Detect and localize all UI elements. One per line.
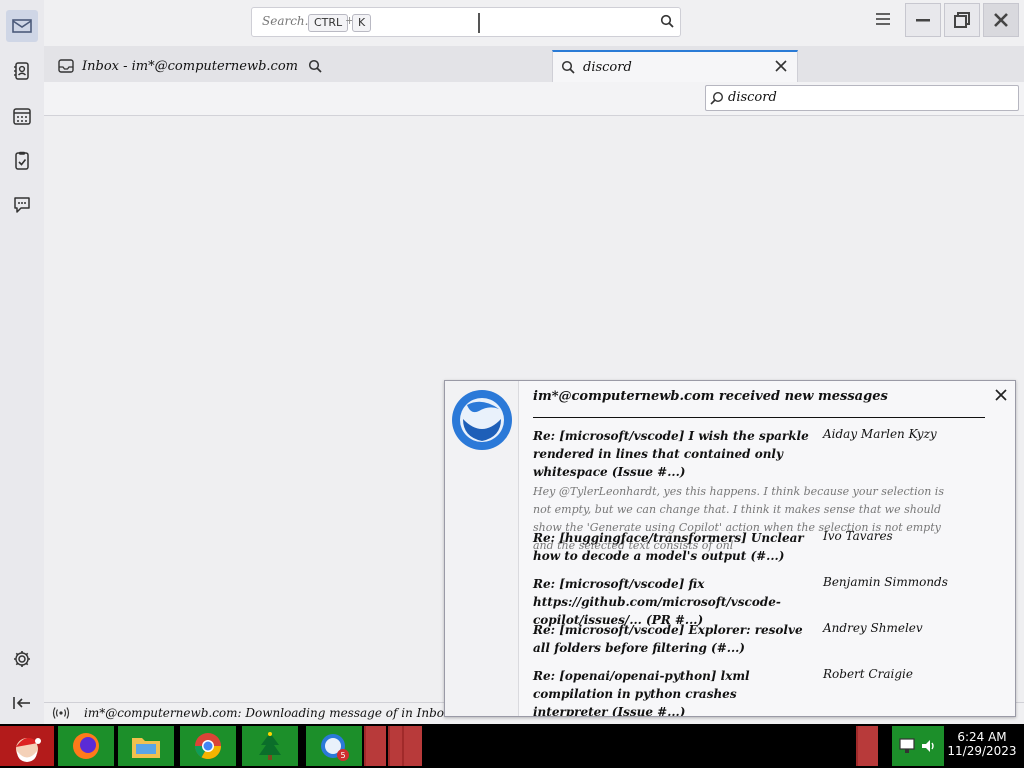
santa-icon <box>16 737 41 762</box>
message-sender: Benjamin Simmonds <box>823 575 948 589</box>
message-subject: Re: [huggingface/transformers] Unclear h… <box>533 531 804 563</box>
tab-discord[interactable]: discord <box>552 50 798 82</box>
new-mail-notification[interactable]: im*@computernewb.com received new messag… <box>444 380 1016 717</box>
thunderbird-icon: 5 <box>321 734 349 761</box>
taskbar-chrome[interactable] <box>180 726 236 766</box>
close-icon <box>994 13 1008 27</box>
tab-inbox-label: Inbox - im*@computernewb.com <box>82 58 298 74</box>
start-button[interactable] <box>0 726 54 766</box>
status-text: im*@computernewb.com: Downloading messag… <box>84 706 463 720</box>
filter-search-icon <box>710 91 724 105</box>
message-sender: Andrey Shmelev <box>823 621 923 635</box>
notification-message-item[interactable]: Re: [huggingface/transformers] Unclear h… <box>533 529 993 565</box>
minimize-button[interactable] <box>905 3 941 37</box>
address-book-space-button[interactable] <box>6 55 38 87</box>
tray-red-indicator[interactable] <box>856 726 878 766</box>
clock-time: 6:24 AM <box>957 730 1007 744</box>
chat-icon <box>14 197 30 213</box>
tab-search-icon <box>308 59 322 73</box>
restore-button[interactable] <box>944 3 980 37</box>
clock-date: 11/29/2023 <box>947 744 1017 758</box>
thunderbird-badge: 5 <box>340 751 345 760</box>
text-cursor-icon <box>478 13 480 33</box>
notification-message-item[interactable]: Re: [openai/openai-python] lxml compilat… <box>533 667 993 717</box>
tab-discord-label: discord <box>583 59 632 75</box>
app-menu-icon[interactable] <box>876 13 890 25</box>
taskbar-firefox[interactable] <box>58 726 114 766</box>
notification-message-item[interactable]: Re: [microsoft/vscode] Explorer: resolve… <box>533 621 993 657</box>
thunderbird-logo-icon <box>452 390 512 450</box>
notification-divider <box>533 417 985 418</box>
shortcut-ctrl-key: CTRL <box>308 14 349 32</box>
tab-discord-close-icon[interactable] <box>775 60 787 72</box>
firefox-icon <box>73 733 99 759</box>
address-book-icon <box>14 62 29 80</box>
tab-search-icon <box>561 60 575 74</box>
taskbar-christmas-tree[interactable] <box>242 726 298 766</box>
tasks-space-button[interactable] <box>6 145 38 177</box>
restore-icon <box>954 12 970 28</box>
message-subject: Re: [microsoft/vscode] Explorer: resolve… <box>533 623 803 655</box>
system-tray <box>892 726 944 766</box>
shortcut-k-key: K <box>352 14 372 32</box>
minimize-icon <box>916 19 930 22</box>
message-sender: Robert Craigie <box>823 667 913 681</box>
tab-inbox[interactable]: Inbox - im*@computernewb.com <box>52 50 589 82</box>
taskbar-thunderbird[interactable]: 5 <box>306 726 362 766</box>
folder-icon <box>132 738 160 758</box>
tab-strip: Inbox - im*@computernewb.com discord <box>44 46 1024 83</box>
gear-icon <box>14 651 30 667</box>
quick-filter-bar: discord <box>44 82 1024 116</box>
online-status-icon[interactable] <box>52 706 70 720</box>
volume-icon[interactable] <box>920 737 938 755</box>
global-search-input[interactable]: Search... CTRL + K <box>251 7 681 37</box>
message-sender: Aiday Marlen Kyzy <box>823 427 937 441</box>
christmas-tree-icon <box>259 732 281 760</box>
settings-button[interactable] <box>6 643 38 675</box>
calendar-space-button[interactable] <box>6 100 38 132</box>
notification-header: im*@computernewb.com received new messag… <box>533 389 888 404</box>
spaces-toolbar <box>0 0 45 724</box>
taskbar-app-red-1[interactable] <box>364 726 386 766</box>
message-sender: Ivo Tavares <box>823 529 893 543</box>
message-subject: Re: [openai/openai-python] lxml compilat… <box>533 669 750 717</box>
calendar-icon <box>13 108 31 125</box>
close-window-button[interactable] <box>983 3 1019 37</box>
message-subject: Re: [microsoft/vscode] I wish the sparkl… <box>533 429 809 479</box>
title-bar: Search... CTRL + K <box>44 0 1024 47</box>
network-icon[interactable] <box>898 737 916 755</box>
mail-space-button[interactable] <box>6 10 38 42</box>
taskbar: 5 6:24 AM 11/29/2023 <box>0 724 1024 768</box>
search-icon[interactable] <box>660 14 674 28</box>
taskbar-file-explorer[interactable] <box>118 726 174 766</box>
notification-icon-panel <box>445 381 519 716</box>
inbox-icon <box>58 59 74 73</box>
taskbar-app-red-3[interactable] <box>402 726 422 766</box>
collapse-left-icon <box>13 697 30 709</box>
quick-filter-value: discord <box>728 90 777 105</box>
mail-icon <box>12 19 32 33</box>
chat-space-button[interactable] <box>6 189 38 221</box>
collapse-spaces-button[interactable] <box>6 687 38 719</box>
chrome-icon <box>194 733 222 760</box>
taskbar-clock[interactable]: 6:24 AM 11/29/2023 <box>946 730 1018 758</box>
quick-filter-input[interactable]: discord <box>705 85 1019 111</box>
tasks-icon <box>15 151 29 170</box>
notification-close-icon[interactable] <box>995 389 1007 401</box>
